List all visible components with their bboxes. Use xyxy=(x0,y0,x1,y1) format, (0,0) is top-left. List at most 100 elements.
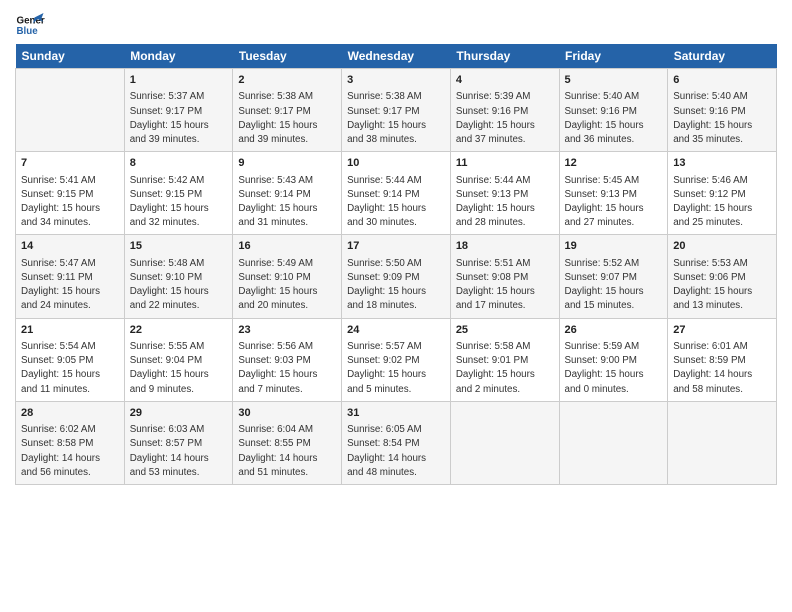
calendar-cell: 26Sunrise: 5:59 AM Sunset: 9:00 PM Dayli… xyxy=(559,318,668,401)
day-info: Sunrise: 5:42 AM Sunset: 9:15 PM Dayligh… xyxy=(130,174,228,231)
calendar-week-row: 1 Sunrise: 5:37 AM Sunset: 9:17 PM Daylig… xyxy=(16,69,777,152)
day-info: Sunrise: 5:54 AM Sunset: 9:05 PM Dayligh… xyxy=(21,340,119,397)
day-number: 13 xyxy=(673,156,771,171)
day-number: 6 xyxy=(673,73,771,88)
day-number: 30 xyxy=(238,406,336,421)
calendar-cell: 6 Sunrise: 5:40 AM Sunset: 9:16 PM Daylig… xyxy=(668,69,777,152)
calendar-cell: 13Sunrise: 5:46 AM Sunset: 9:12 PM Dayli… xyxy=(668,152,777,235)
col-header-monday: Monday xyxy=(124,44,233,69)
svg-text:Blue: Blue xyxy=(17,26,39,37)
day-info: Sunrise: 5:56 AM Sunset: 9:03 PM Dayligh… xyxy=(238,340,336,397)
col-header-wednesday: Wednesday xyxy=(342,44,451,69)
calendar-header-row: SundayMondayTuesdayWednesdayThursdayFrid… xyxy=(16,44,777,69)
day-number: 25 xyxy=(456,323,554,338)
calendar-cell xyxy=(450,401,559,484)
day-info: Sunrise: 5:55 AM Sunset: 9:04 PM Dayligh… xyxy=(130,340,228,397)
day-info: Sunrise: 5:44 AM Sunset: 9:14 PM Dayligh… xyxy=(347,174,445,231)
day-number: 8 xyxy=(130,156,228,171)
calendar-cell: 4 Sunrise: 5:39 AM Sunset: 9:16 PM Daylig… xyxy=(450,69,559,152)
calendar-cell: 20 Sunrise: 5:53 AM Sunset: 9:06 PM Dayli… xyxy=(668,235,777,318)
day-number: 3 xyxy=(347,73,445,88)
page-container: General Blue SundayMondayTuesdayWednesda… xyxy=(0,0,792,495)
day-number: 4 xyxy=(456,73,554,88)
calendar-cell xyxy=(16,69,125,152)
day-info: Sunrise: 5:58 AM Sunset: 9:01 PM Dayligh… xyxy=(456,340,554,397)
calendar-cell: 8 Sunrise: 5:42 AM Sunset: 9:15 PM Daylig… xyxy=(124,152,233,235)
calendar-week-row: 7 Sunrise: 5:41 AM Sunset: 9:15 PM Daylig… xyxy=(16,152,777,235)
calendar-cell: 9Sunrise: 5:43 AM Sunset: 9:14 PM Daylig… xyxy=(233,152,342,235)
day-number: 20 xyxy=(673,239,771,254)
calendar-cell: 29 Sunrise: 6:03 AM Sunset: 8:57 PM Dayli… xyxy=(124,401,233,484)
calendar-week-row: 14Sunrise: 5:47 AM Sunset: 9:11 PM Dayli… xyxy=(16,235,777,318)
day-info: Sunrise: 5:49 AM Sunset: 9:10 PM Dayligh… xyxy=(238,257,336,314)
calendar-cell: 10 Sunrise: 5:44 AM Sunset: 9:14 PM Dayli… xyxy=(342,152,451,235)
day-info: Sunrise: 5:52 AM Sunset: 9:07 PM Dayligh… xyxy=(565,257,663,314)
header: General Blue xyxy=(15,10,777,40)
calendar-cell: 11Sunrise: 5:44 AM Sunset: 9:13 PM Dayli… xyxy=(450,152,559,235)
day-number: 2 xyxy=(238,73,336,88)
day-number: 23 xyxy=(238,323,336,338)
calendar-cell: 24Sunrise: 5:57 AM Sunset: 9:02 PM Dayli… xyxy=(342,318,451,401)
day-number: 9 xyxy=(238,156,336,171)
day-number: 10 xyxy=(347,156,445,171)
day-number: 19 xyxy=(565,239,663,254)
day-number: 27 xyxy=(673,323,771,338)
calendar-cell: 12 Sunrise: 5:45 AM Sunset: 9:13 PM Dayli… xyxy=(559,152,668,235)
calendar-cell xyxy=(668,401,777,484)
calendar-cell: 5Sunrise: 5:40 AM Sunset: 9:16 PM Daylig… xyxy=(559,69,668,152)
logo: General Blue xyxy=(15,10,45,40)
day-info: Sunrise: 6:04 AM Sunset: 8:55 PM Dayligh… xyxy=(238,423,336,480)
generalblue-logo-icon: General Blue xyxy=(15,10,45,40)
day-info: Sunrise: 5:48 AM Sunset: 9:10 PM Dayligh… xyxy=(130,257,228,314)
day-info: Sunrise: 6:03 AM Sunset: 8:57 PM Dayligh… xyxy=(130,423,228,480)
calendar-cell: 27 Sunrise: 6:01 AM Sunset: 8:59 PM Dayli… xyxy=(668,318,777,401)
day-info: Sunrise: 6:01 AM Sunset: 8:59 PM Dayligh… xyxy=(673,340,771,397)
calendar-cell: 22Sunrise: 5:55 AM Sunset: 9:04 PM Dayli… xyxy=(124,318,233,401)
day-info: Sunrise: 5:45 AM Sunset: 9:13 PM Dayligh… xyxy=(565,174,663,231)
calendar-cell: 16 Sunrise: 5:49 AM Sunset: 9:10 PM Dayli… xyxy=(233,235,342,318)
day-number: 12 xyxy=(565,156,663,171)
calendar-cell: 31 Sunrise: 6:05 AM Sunset: 8:54 PM Dayli… xyxy=(342,401,451,484)
day-info: Sunrise: 5:38 AM Sunset: 9:17 PM Dayligh… xyxy=(238,90,336,147)
day-number: 28 xyxy=(21,406,119,421)
day-info: Sunrise: 5:53 AM Sunset: 9:06 PM Dayligh… xyxy=(673,257,771,314)
day-info: Sunrise: 5:38 AM Sunset: 9:17 PM Dayligh… xyxy=(347,90,445,147)
day-info: Sunrise: 5:41 AM Sunset: 9:15 PM Dayligh… xyxy=(21,174,119,231)
day-number: 31 xyxy=(347,406,445,421)
day-number: 29 xyxy=(130,406,228,421)
day-info: Sunrise: 5:51 AM Sunset: 9:08 PM Dayligh… xyxy=(456,257,554,314)
calendar-cell: 3 Sunrise: 5:38 AM Sunset: 9:17 PM Daylig… xyxy=(342,69,451,152)
day-number: 18 xyxy=(456,239,554,254)
col-header-saturday: Saturday xyxy=(668,44,777,69)
day-number: 1 xyxy=(130,73,228,88)
col-header-tuesday: Tuesday xyxy=(233,44,342,69)
day-info: Sunrise: 6:05 AM Sunset: 8:54 PM Dayligh… xyxy=(347,423,445,480)
calendar-cell: 2 Sunrise: 5:38 AM Sunset: 9:17 PM Daylig… xyxy=(233,69,342,152)
calendar-cell: 23 Sunrise: 5:56 AM Sunset: 9:03 PM Dayli… xyxy=(233,318,342,401)
day-info: Sunrise: 5:44 AM Sunset: 9:13 PM Dayligh… xyxy=(456,174,554,231)
col-header-friday: Friday xyxy=(559,44,668,69)
calendar-cell: 15 Sunrise: 5:48 AM Sunset: 9:10 PM Dayli… xyxy=(124,235,233,318)
day-info: Sunrise: 6:02 AM Sunset: 8:58 PM Dayligh… xyxy=(21,423,119,480)
day-number: 7 xyxy=(21,156,119,171)
calendar-cell: 28 Sunrise: 6:02 AM Sunset: 8:58 PM Dayli… xyxy=(16,401,125,484)
calendar-cell: 17Sunrise: 5:50 AM Sunset: 9:09 PM Dayli… xyxy=(342,235,451,318)
day-number: 16 xyxy=(238,239,336,254)
day-info: Sunrise: 5:39 AM Sunset: 9:16 PM Dayligh… xyxy=(456,90,554,147)
day-info: Sunrise: 5:47 AM Sunset: 9:11 PM Dayligh… xyxy=(21,257,119,314)
col-header-thursday: Thursday xyxy=(450,44,559,69)
calendar-table: SundayMondayTuesdayWednesdayThursdayFrid… xyxy=(15,44,777,485)
calendar-cell: 21Sunrise: 5:54 AM Sunset: 9:05 PM Dayli… xyxy=(16,318,125,401)
calendar-cell: 30 Sunrise: 6:04 AM Sunset: 8:55 PM Dayli… xyxy=(233,401,342,484)
day-info: Sunrise: 5:37 AM Sunset: 9:17 PM Dayligh… xyxy=(130,90,228,147)
calendar-cell: 18 Sunrise: 5:51 AM Sunset: 9:08 PM Dayli… xyxy=(450,235,559,318)
day-number: 15 xyxy=(130,239,228,254)
calendar-cell xyxy=(559,401,668,484)
calendar-cell: 25 Sunrise: 5:58 AM Sunset: 9:01 PM Dayli… xyxy=(450,318,559,401)
day-number: 26 xyxy=(565,323,663,338)
calendar-cell: 7 Sunrise: 5:41 AM Sunset: 9:15 PM Daylig… xyxy=(16,152,125,235)
day-number: 5 xyxy=(565,73,663,88)
day-info: Sunrise: 5:40 AM Sunset: 9:16 PM Dayligh… xyxy=(673,90,771,147)
calendar-cell: 1 Sunrise: 5:37 AM Sunset: 9:17 PM Daylig… xyxy=(124,69,233,152)
calendar-cell: 14Sunrise: 5:47 AM Sunset: 9:11 PM Dayli… xyxy=(16,235,125,318)
